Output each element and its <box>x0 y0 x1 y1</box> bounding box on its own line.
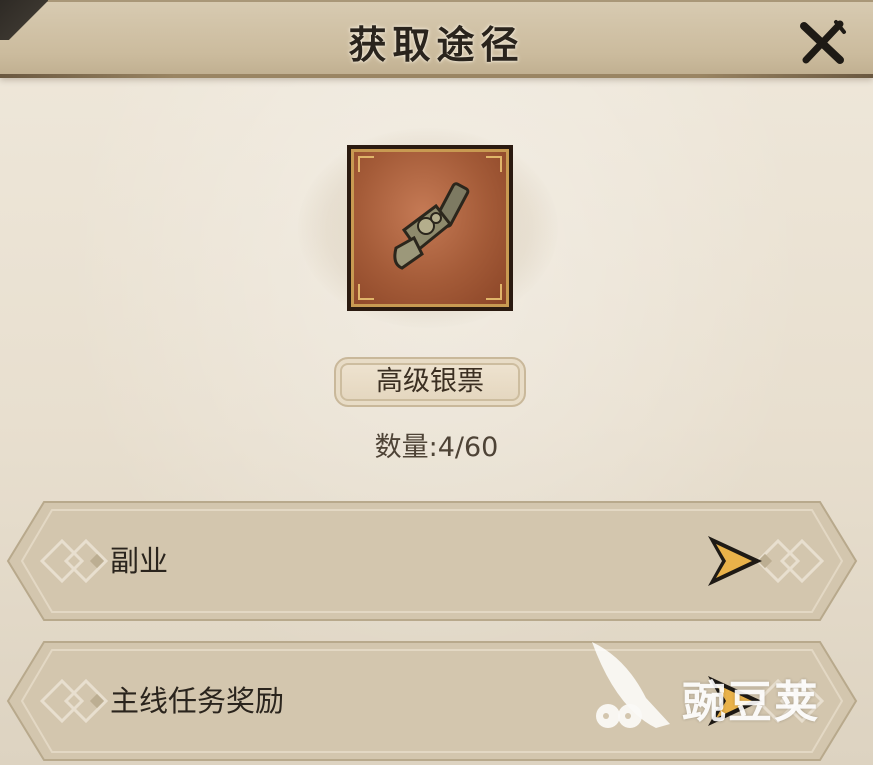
acquisition-dialog: 获取途径 高级银票 数量:4/60 副业 主线任务奖励 豌豆荚 <box>0 0 873 765</box>
item-name-plate: 高级银票 <box>334 357 526 407</box>
dialog-title: 获取途径 <box>348 22 525 67</box>
header-divider <box>0 74 873 78</box>
close-x-icon <box>800 20 846 64</box>
pea-pod-logo-icon <box>592 642 670 728</box>
source-label: 主线任务奖励 <box>110 684 285 718</box>
arrow-right-icon <box>708 536 762 586</box>
item-quantity: 数量:4/60 <box>374 432 499 463</box>
item-name: 高级银票 <box>376 366 484 397</box>
watermark: 豌豆荚 <box>586 638 846 738</box>
close-button[interactable] <box>796 18 848 66</box>
source-label: 副业 <box>110 544 169 578</box>
dialog-header: 获取途径 <box>0 0 873 78</box>
item-frame <box>347 145 513 311</box>
watermark-text: 豌豆荚 <box>682 677 820 728</box>
source-row-side-job[interactable]: 副业 <box>6 500 858 622</box>
ornate-key-icon <box>393 182 470 270</box>
